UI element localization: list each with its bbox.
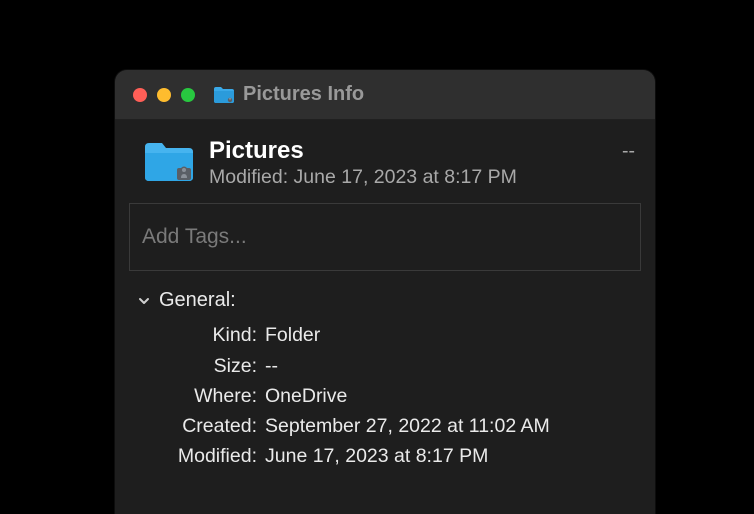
- chevron-down-icon: [137, 294, 151, 308]
- zoom-button[interactable]: [181, 88, 195, 102]
- header-info: Pictures Modified: June 17, 2023 at 8:17…: [209, 138, 608, 189]
- detail-label: Created:: [129, 411, 265, 441]
- detail-label: Modified:: [129, 441, 265, 471]
- detail-value: June 17, 2023 at 8:17 PM: [265, 441, 488, 471]
- tags-input[interactable]: [129, 203, 641, 271]
- modified-label: Modified:: [209, 166, 288, 188]
- detail-value: --: [265, 351, 278, 381]
- detail-label: Size:: [129, 351, 265, 381]
- detail-row-size: Size: --: [129, 351, 641, 381]
- folder-icon: [143, 140, 195, 184]
- detail-label: Where:: [129, 381, 265, 411]
- detail-row-kind: Kind: Folder: [129, 320, 641, 350]
- detail-row-created: Created: September 27, 2022 at 11:02 AM: [129, 411, 641, 441]
- minimize-button[interactable]: [157, 88, 171, 102]
- title-section: Pictures Info: [213, 83, 364, 106]
- titlebar[interactable]: Pictures Info: [115, 70, 655, 120]
- window-controls: [133, 88, 195, 102]
- info-window: Pictures Info Pictures Modified:: [115, 70, 655, 514]
- detail-value: OneDrive: [265, 381, 347, 411]
- detail-row-where: Where: OneDrive: [129, 381, 641, 411]
- detail-label: Kind:: [129, 320, 265, 350]
- item-name: Pictures: [209, 138, 608, 164]
- window-title: Pictures Info: [243, 83, 364, 106]
- content-area: Pictures Modified: June 17, 2023 at 8:17…: [115, 120, 655, 471]
- general-details: Kind: Folder Size: -- Where: OneDrive Cr…: [129, 316, 641, 471]
- detail-value: Folder: [265, 320, 320, 350]
- close-button[interactable]: [133, 88, 147, 102]
- item-modified: Modified: June 17, 2023 at 8:17 PM: [209, 166, 608, 189]
- general-section-header[interactable]: General:: [129, 285, 641, 316]
- item-size: --: [622, 140, 635, 163]
- detail-value: September 27, 2022 at 11:02 AM: [265, 411, 550, 441]
- modified-value: June 17, 2023 at 8:17 PM: [294, 166, 517, 188]
- item-header: Pictures Modified: June 17, 2023 at 8:17…: [129, 138, 641, 203]
- detail-row-modified: Modified: June 17, 2023 at 8:17 PM: [129, 441, 641, 471]
- folder-icon: [213, 86, 235, 104]
- general-title: General:: [159, 289, 236, 312]
